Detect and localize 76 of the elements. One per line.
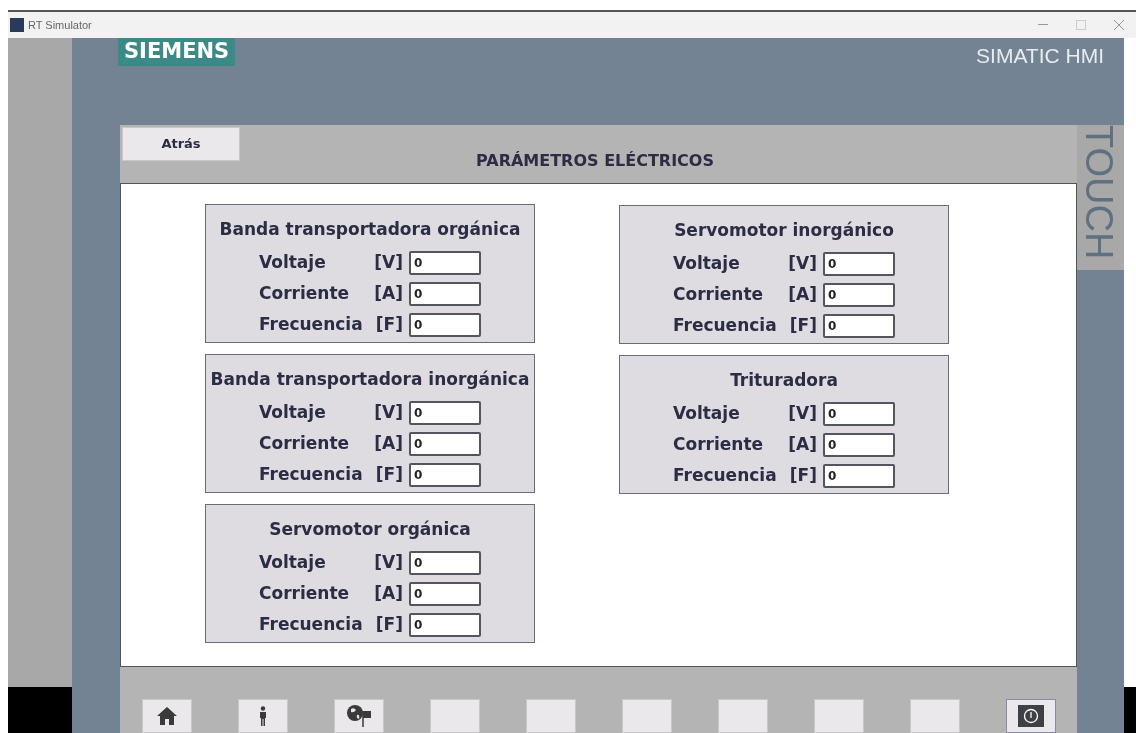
bottom-bar [1124, 687, 1136, 733]
parameter-label: Corriente [673, 283, 765, 307]
group-title: Trituradora [730, 369, 838, 392]
brand-logo: SIEMENS [118, 38, 236, 66]
unit-label: [F] [374, 463, 403, 487]
unit-label: [A] [373, 282, 403, 306]
unit-label: [A] [373, 432, 403, 456]
value-field[interactable]: 0 [823, 314, 895, 338]
side-label: TOUCH [1077, 125, 1121, 260]
function-key[interactable] [910, 699, 960, 733]
unit-label: [A] [373, 582, 403, 606]
value-field[interactable]: 0 [409, 613, 481, 637]
app-icon [10, 18, 24, 32]
power-icon [1018, 705, 1044, 727]
close-icon[interactable] [1114, 20, 1124, 30]
maximize-icon[interactable] [1076, 20, 1086, 30]
unit-label: [F] [788, 314, 817, 338]
home-icon [156, 706, 178, 726]
value-field[interactable]: 0 [409, 251, 481, 275]
product-name: SIMATIC HMI [976, 43, 1104, 69]
value-field[interactable]: 0 [823, 252, 895, 276]
group-title: Banda transportadora orgánica [219, 218, 521, 241]
function-key[interactable] [622, 699, 672, 733]
function-key[interactable] [814, 699, 864, 733]
parameter-label: Corriente [673, 433, 765, 457]
unit-label: [F] [788, 464, 817, 488]
group-title: Banda transportadora inorgánica [210, 368, 530, 391]
power-key[interactable] [1006, 699, 1056, 733]
parameter-label: Corriente [259, 582, 351, 606]
parameter-label: Voltaje [673, 252, 741, 276]
value-field[interactable]: 0 [409, 401, 481, 425]
parameter-label: Voltaje [259, 251, 327, 275]
bottom-bar [8, 687, 72, 733]
value-field[interactable]: 0 [823, 283, 895, 307]
value-field[interactable]: 0 [409, 432, 481, 456]
window-title: RT Simulator [28, 17, 92, 33]
person-key[interactable] [238, 699, 288, 733]
function-key[interactable] [430, 699, 480, 733]
home-key[interactable] [142, 699, 192, 733]
unit-label: [V] [373, 551, 403, 575]
unit-label: [A] [787, 433, 817, 457]
unit-label: [V] [373, 251, 403, 275]
unit-label: [V] [787, 402, 817, 426]
parameter-label: Frecuencia [673, 464, 777, 488]
unit-label: [V] [787, 252, 817, 276]
value-field[interactable]: 0 [823, 433, 895, 457]
function-key[interactable] [526, 699, 576, 733]
parameter-label: Voltaje [673, 402, 741, 426]
parameter-label: Frecuencia [259, 613, 363, 637]
value-field[interactable]: 0 [409, 313, 481, 337]
parameter-label: Voltaje [259, 401, 327, 425]
parameter-label: Corriente [259, 282, 351, 306]
minimize-icon[interactable] [1038, 24, 1048, 26]
globe-flag-icon [346, 704, 372, 728]
value-field[interactable]: 0 [409, 463, 481, 487]
value-field[interactable]: 0 [823, 464, 895, 488]
parameter-label: Corriente [259, 432, 351, 456]
unit-label: [F] [374, 313, 403, 337]
parameter-label: Frecuencia [673, 314, 777, 338]
unit-label: [A] [787, 283, 817, 307]
parameter-label: Frecuencia [259, 463, 363, 487]
value-field[interactable]: 0 [823, 402, 895, 426]
back-button[interactable]: Atrás [122, 127, 240, 161]
group-title: Servomotor orgánica [269, 518, 471, 541]
value-field[interactable]: 0 [409, 282, 481, 306]
group-title: Servomotor inorgánico [674, 219, 894, 242]
person-icon [259, 706, 267, 726]
value-field[interactable]: 0 [409, 551, 481, 575]
parameter-label: Frecuencia [259, 313, 363, 337]
screen-title: PARÁMETROS ELÉCTRICOS [476, 150, 714, 172]
unit-label: [F] [374, 613, 403, 637]
unit-label: [V] [373, 401, 403, 425]
function-key[interactable] [718, 699, 768, 733]
value-field[interactable]: 0 [409, 582, 481, 606]
parameter-label: Voltaje [259, 551, 327, 575]
globe-key[interactable] [334, 699, 384, 733]
